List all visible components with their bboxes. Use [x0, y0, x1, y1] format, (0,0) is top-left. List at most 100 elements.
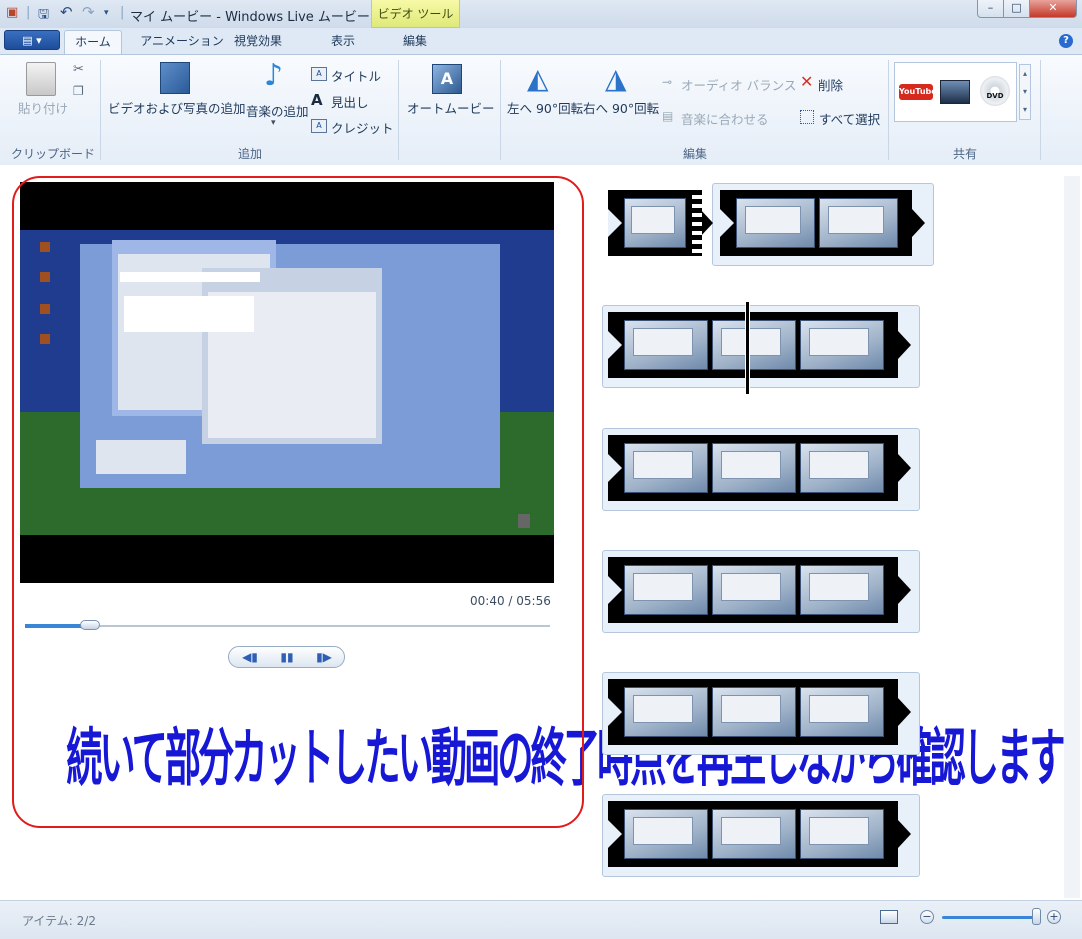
fit-music-button[interactable]: 音楽に合わせる: [681, 109, 769, 128]
clip-start-marker: [608, 209, 622, 237]
undo-icon[interactable]: ↶: [60, 3, 73, 21]
video-frame-thumbnail: [736, 198, 815, 248]
customize-icon[interactable]: ▾: [104, 8, 109, 18]
clip-start-marker: [608, 698, 622, 726]
group-label-share: 共有: [952, 147, 977, 161]
credits-icon: A: [311, 119, 327, 133]
storyboard: [596, 176, 1056, 896]
chevron-down-icon[interactable]: ▾: [271, 118, 276, 128]
audio-balance-icon: ⊸: [662, 75, 673, 89]
group-divider: [398, 60, 399, 160]
video-frame-thumbnail: [624, 198, 686, 248]
cut-icon[interactable]: ✂: [73, 62, 84, 77]
delete-icon: ✕: [800, 72, 814, 91]
zoom-in-icon[interactable]: +: [1047, 910, 1061, 924]
audio-balance-button[interactable]: オーディオ バランス: [681, 75, 796, 94]
video-frame-thumbnail: [800, 809, 884, 859]
title-button[interactable]: タイトル: [331, 66, 381, 85]
video-frame-thumbnail: [624, 565, 708, 615]
clip-end-marker: [898, 820, 911, 848]
status-item-count: アイテム: 2/2: [22, 914, 96, 928]
caption-button[interactable]: 見出し: [331, 92, 369, 111]
separator: |: [26, 5, 31, 20]
group-divider: [100, 60, 101, 160]
group-divider: [1040, 60, 1041, 160]
video-frame-thumbnail: [712, 565, 796, 615]
rotate-right-icon: ◮: [605, 62, 627, 95]
video-frame-thumbnail: [624, 687, 708, 737]
rotate-left-icon: ◭: [527, 62, 549, 95]
window-title: マイ ムービー - Windows Live ムービー ...: [130, 10, 387, 25]
automovie-icon: A: [432, 64, 462, 94]
group-label-add: 追加: [237, 147, 262, 161]
clip-start-marker: [608, 454, 622, 482]
video-frame-thumbnail: [800, 320, 884, 370]
add-video-photo-button[interactable]: ビデオおよび写真の追加: [108, 98, 246, 117]
video-frame-thumbnail: [712, 687, 796, 737]
title-icon: A: [311, 67, 327, 81]
video-frame-thumbnail: [819, 198, 898, 248]
clip-start-marker: [608, 820, 622, 848]
tab-edit[interactable]: 編集: [386, 30, 444, 54]
delete-button[interactable]: 削除: [818, 75, 843, 94]
film-sprocket-icon: [692, 190, 702, 256]
rotate-right-button[interactable]: 右へ 90°回転: [583, 98, 659, 117]
close-button[interactable]: ✕: [1029, 0, 1077, 18]
gallery-scroll-icon[interactable]: ▴ ▾ ▾: [1019, 64, 1031, 120]
tab-home[interactable]: ホーム: [64, 30, 122, 54]
storyboard-view-icon[interactable]: [880, 910, 898, 924]
video-frame-thumbnail: [712, 443, 796, 493]
add-video-photo-icon: [160, 62, 190, 94]
rotate-left-button[interactable]: 左へ 90°回転: [507, 98, 583, 117]
video-frame-thumbnail: [624, 443, 708, 493]
video-frame-thumbnail: [800, 687, 884, 737]
paste-icon: [26, 62, 56, 96]
maximize-button[interactable]: □: [1003, 0, 1030, 18]
video-frame-thumbnail: [800, 443, 884, 493]
separator: |: [120, 5, 125, 20]
clip-start-marker: [608, 576, 622, 604]
music-note-icon: ♪: [264, 58, 284, 93]
film-icon[interactable]: ▣: [6, 5, 18, 20]
group-divider: [888, 60, 889, 160]
clip-start-marker: [608, 331, 622, 359]
video-frame-thumbnail: [712, 320, 796, 370]
save-icon[interactable]: 🖫: [38, 5, 49, 27]
video-frame-thumbnail: [712, 809, 796, 859]
paste-button[interactable]: 貼り付け: [18, 98, 68, 117]
clip-end-marker: [898, 454, 911, 482]
add-music-button[interactable]: 音楽の追加: [246, 101, 309, 120]
select-all-icon: [800, 110, 814, 124]
zoom-slider-thumb[interactable]: [1032, 908, 1041, 925]
monitor-icon[interactable]: [940, 80, 970, 104]
credits-button[interactable]: クレジット: [331, 118, 394, 137]
clip-end-marker: [912, 209, 925, 237]
select-all-button[interactable]: すべて選択: [819, 109, 880, 128]
clip-end-marker: [898, 576, 911, 604]
copy-icon[interactable]: ❐: [73, 84, 84, 98]
tab-view[interactable]: 表示: [320, 30, 366, 54]
group-label-edit: 編集: [682, 147, 707, 161]
group-label-clipboard: クリップボード: [10, 147, 95, 161]
clip-start-marker: [720, 209, 734, 237]
group-divider: [500, 60, 501, 160]
minimize-button[interactable]: –: [977, 0, 1004, 18]
youtube-icon[interactable]: YouTube: [899, 84, 937, 100]
storyboard-scrollbar[interactable]: [1064, 176, 1080, 898]
video-frame-thumbnail: [800, 565, 884, 615]
clip-end-marker: [898, 331, 911, 359]
redo-icon[interactable]: ↷: [82, 3, 95, 21]
annotation-outline: [12, 176, 584, 828]
zoom-slider-track[interactable]: [942, 916, 1034, 919]
zoom-out-icon[interactable]: −: [920, 910, 934, 924]
dvd-icon[interactable]: DVD: [980, 76, 1010, 106]
video-frame-thumbnail: [624, 320, 708, 370]
playhead[interactable]: [745, 302, 750, 394]
tab-visual-effects[interactable]: 視覚効果: [216, 30, 300, 54]
context-tab-video-tools: ビデオ ツール: [371, 0, 460, 28]
app-menu-button[interactable]: ▤ ▾: [4, 30, 60, 50]
clip-end-marker: [898, 698, 911, 726]
help-icon[interactable]: ?: [1059, 34, 1073, 48]
automovie-button[interactable]: オートムービー: [407, 98, 495, 117]
caption-icon: A: [311, 91, 323, 109]
